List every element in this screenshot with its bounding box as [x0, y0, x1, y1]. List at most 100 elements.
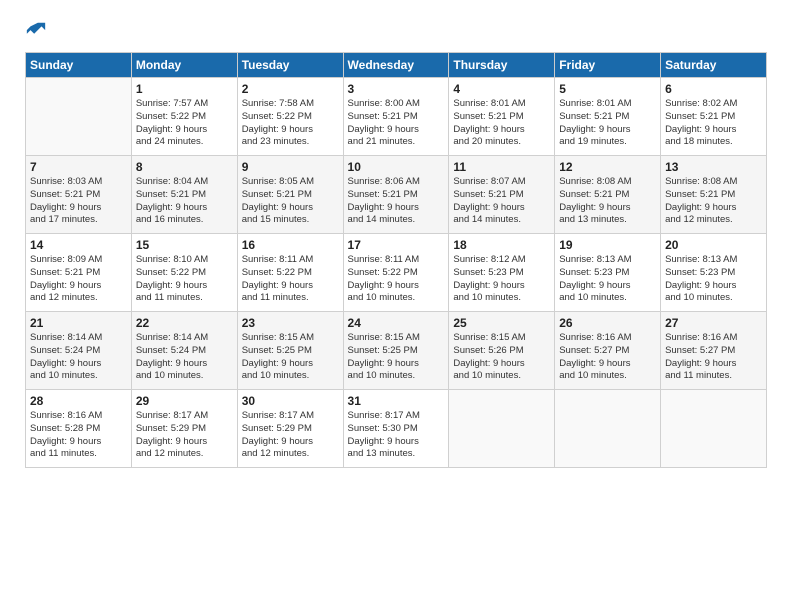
calendar-cell: 3 Sunrise: 8:00 AM Sunset: 5:21 PM Daylig…: [343, 78, 449, 156]
calendar-header: SundayMondayTuesdayWednesdayThursdayFrid…: [26, 53, 767, 78]
calendar-cell: 12 Sunrise: 8:08 AM Sunset: 5:21 PM Dayli…: [555, 156, 661, 234]
day-info: Sunrise: 8:10 AM Sunset: 5:22 PM Dayligh…: [136, 254, 233, 305]
day-of-week-header: Monday: [131, 53, 237, 78]
calendar-week-row: 7 Sunrise: 8:03 AM Sunset: 5:21 PM Daylig…: [26, 156, 767, 234]
calendar-cell: 20Sunrise: 8:13 AM Sunset: 5:23 PM Dayli…: [661, 234, 767, 312]
day-number: 15: [136, 238, 233, 252]
day-info: Sunrise: 8:01 AM Sunset: 5:21 PM Dayligh…: [559, 98, 656, 149]
day-info: Sunrise: 8:08 AM Sunset: 5:21 PM Dayligh…: [559, 176, 656, 227]
day-info: Sunrise: 8:12 AM Sunset: 5:23 PM Dayligh…: [453, 254, 550, 305]
day-info: Sunrise: 8:08 AM Sunset: 5:21 PM Dayligh…: [665, 176, 762, 227]
day-number: 30: [242, 394, 339, 408]
logo-icon: [25, 20, 47, 42]
calendar-cell: 5 Sunrise: 8:01 AM Sunset: 5:21 PM Daylig…: [555, 78, 661, 156]
day-info: Sunrise: 8:11 AM Sunset: 5:22 PM Dayligh…: [242, 254, 339, 305]
day-number: 10: [348, 160, 445, 174]
calendar-cell: [26, 78, 132, 156]
day-info: Sunrise: 8:02 AM Sunset: 5:21 PM Dayligh…: [665, 98, 762, 149]
calendar-cell: 19 Sunrise: 8:13 AM Sunset: 5:23 PM Dayli…: [555, 234, 661, 312]
day-info: Sunrise: 8:00 AM Sunset: 5:21 PM Dayligh…: [348, 98, 445, 149]
calendar-cell: 4Sunrise: 8:01 AM Sunset: 5:21 PM Daylig…: [449, 78, 555, 156]
day-info: Sunrise: 8:17 AM Sunset: 5:30 PM Dayligh…: [348, 410, 445, 461]
day-info: Sunrise: 8:16 AM Sunset: 5:27 PM Dayligh…: [559, 332, 656, 383]
calendar-cell: 15 Sunrise: 8:10 AM Sunset: 5:22 PM Dayli…: [131, 234, 237, 312]
calendar-cell: 27 Sunrise: 8:16 AM Sunset: 5:27 PM Dayli…: [661, 312, 767, 390]
day-info: Sunrise: 8:16 AM Sunset: 5:27 PM Dayligh…: [665, 332, 762, 383]
day-info: Sunrise: 8:14 AM Sunset: 5:24 PM Dayligh…: [30, 332, 127, 383]
day-info: Sunrise: 8:09 AM Sunset: 5:21 PM Dayligh…: [30, 254, 127, 305]
calendar-week-row: 28 Sunrise: 8:16 AM Sunset: 5:28 PM Dayli…: [26, 390, 767, 468]
day-info: Sunrise: 8:14 AM Sunset: 5:24 PM Dayligh…: [136, 332, 233, 383]
calendar-cell: 13 Sunrise: 8:08 AM Sunset: 5:21 PM Dayli…: [661, 156, 767, 234]
day-number: 26: [559, 316, 656, 330]
day-info: Sunrise: 8:15 AM Sunset: 5:25 PM Dayligh…: [242, 332, 339, 383]
day-of-week-header: Sunday: [26, 53, 132, 78]
calendar: SundayMondayTuesdayWednesdayThursdayFrid…: [25, 52, 767, 468]
day-of-week-header: Wednesday: [343, 53, 449, 78]
day-number: 11: [453, 160, 550, 174]
calendar-cell: 30 Sunrise: 8:17 AM Sunset: 5:29 PM Dayli…: [237, 390, 343, 468]
calendar-cell: 23Sunrise: 8:15 AM Sunset: 5:25 PM Dayli…: [237, 312, 343, 390]
day-number: 16: [242, 238, 339, 252]
calendar-cell: 26 Sunrise: 8:16 AM Sunset: 5:27 PM Dayli…: [555, 312, 661, 390]
day-info: Sunrise: 8:05 AM Sunset: 5:21 PM Dayligh…: [242, 176, 339, 227]
day-number: 8: [136, 160, 233, 174]
day-of-week-header: Tuesday: [237, 53, 343, 78]
day-of-week-header: Saturday: [661, 53, 767, 78]
calendar-cell: 7 Sunrise: 8:03 AM Sunset: 5:21 PM Daylig…: [26, 156, 132, 234]
day-of-week-header: Thursday: [449, 53, 555, 78]
calendar-cell: [555, 390, 661, 468]
day-info: Sunrise: 8:16 AM Sunset: 5:28 PM Dayligh…: [30, 410, 127, 461]
day-number: 31: [348, 394, 445, 408]
day-number: 14: [30, 238, 127, 252]
calendar-cell: 9Sunrise: 8:05 AM Sunset: 5:21 PM Daylig…: [237, 156, 343, 234]
calendar-cell: 22 Sunrise: 8:14 AM Sunset: 5:24 PM Dayli…: [131, 312, 237, 390]
day-number: 1: [136, 82, 233, 96]
day-number: 7: [30, 160, 127, 174]
calendar-cell: 10Sunrise: 8:06 AM Sunset: 5:21 PM Dayli…: [343, 156, 449, 234]
calendar-cell: 28 Sunrise: 8:16 AM Sunset: 5:28 PM Dayli…: [26, 390, 132, 468]
calendar-cell: 8 Sunrise: 8:04 AM Sunset: 5:21 PM Daylig…: [131, 156, 237, 234]
page: SundayMondayTuesdayWednesdayThursdayFrid…: [0, 0, 792, 612]
day-number: 3: [348, 82, 445, 96]
calendar-cell: 24 Sunrise: 8:15 AM Sunset: 5:25 PM Dayli…: [343, 312, 449, 390]
day-number: 13: [665, 160, 762, 174]
day-number: 5: [559, 82, 656, 96]
day-info: Sunrise: 8:11 AM Sunset: 5:22 PM Dayligh…: [348, 254, 445, 305]
day-number: 22: [136, 316, 233, 330]
day-info: Sunrise: 8:17 AM Sunset: 5:29 PM Dayligh…: [136, 410, 233, 461]
day-of-week-header: Friday: [555, 53, 661, 78]
day-number: 12: [559, 160, 656, 174]
calendar-cell: 31 Sunrise: 8:17 AM Sunset: 5:30 PM Dayli…: [343, 390, 449, 468]
calendar-cell: 29 Sunrise: 8:17 AM Sunset: 5:29 PM Dayli…: [131, 390, 237, 468]
day-number: 24: [348, 316, 445, 330]
logo: [25, 20, 51, 42]
day-number: 18: [453, 238, 550, 252]
day-number: 21: [30, 316, 127, 330]
day-number: 25: [453, 316, 550, 330]
header-row: SundayMondayTuesdayWednesdayThursdayFrid…: [26, 53, 767, 78]
day-number: 29: [136, 394, 233, 408]
day-info: Sunrise: 8:13 AM Sunset: 5:23 PM Dayligh…: [559, 254, 656, 305]
day-number: 17: [348, 238, 445, 252]
day-info: Sunrise: 7:57 AM Sunset: 5:22 PM Dayligh…: [136, 98, 233, 149]
calendar-cell: 6 Sunrise: 8:02 AM Sunset: 5:21 PM Daylig…: [661, 78, 767, 156]
day-info: Sunrise: 8:04 AM Sunset: 5:21 PM Dayligh…: [136, 176, 233, 227]
day-info: Sunrise: 7:58 AM Sunset: 5:22 PM Dayligh…: [242, 98, 339, 149]
day-number: 6: [665, 82, 762, 96]
day-info: Sunrise: 8:03 AM Sunset: 5:21 PM Dayligh…: [30, 176, 127, 227]
calendar-cell: 21 Sunrise: 8:14 AM Sunset: 5:24 PM Dayli…: [26, 312, 132, 390]
header: [25, 20, 767, 42]
calendar-cell: 16 Sunrise: 8:11 AM Sunset: 5:22 PM Dayli…: [237, 234, 343, 312]
day-number: 27: [665, 316, 762, 330]
day-info: Sunrise: 8:15 AM Sunset: 5:25 PM Dayligh…: [348, 332, 445, 383]
day-number: 28: [30, 394, 127, 408]
day-info: Sunrise: 8:17 AM Sunset: 5:29 PM Dayligh…: [242, 410, 339, 461]
calendar-cell: 11Sunrise: 8:07 AM Sunset: 5:21 PM Dayli…: [449, 156, 555, 234]
day-number: 19: [559, 238, 656, 252]
calendar-cell: [661, 390, 767, 468]
calendar-cell: 17 Sunrise: 8:11 AM Sunset: 5:22 PM Dayli…: [343, 234, 449, 312]
calendar-cell: 18 Sunrise: 8:12 AM Sunset: 5:23 PM Dayli…: [449, 234, 555, 312]
day-number: 4: [453, 82, 550, 96]
calendar-cell: 25Sunrise: 8:15 AM Sunset: 5:26 PM Dayli…: [449, 312, 555, 390]
